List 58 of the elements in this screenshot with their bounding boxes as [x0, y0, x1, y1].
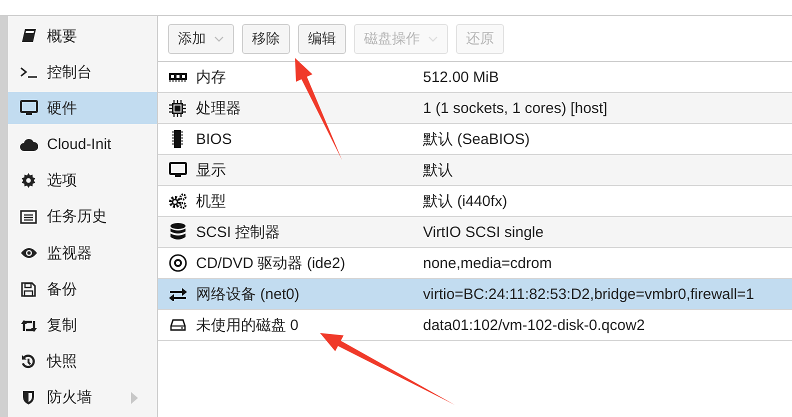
caret-icon — [428, 36, 438, 42]
list-icon — [20, 210, 37, 224]
sidebar-item[interactable]: 控制台 — [8, 56, 157, 88]
retweet-icon — [20, 318, 38, 332]
table-cell-text: 机型 — [196, 192, 227, 210]
table-row[interactable]: 处理器 1 (1 sockets, 1 cores) [host] — [158, 93, 792, 124]
table-cell-text: 网络设备 (net0) — [196, 284, 300, 304]
sidebar-item[interactable]: 选项 — [8, 164, 157, 197]
table-cell: 默认 (i440fx) — [423, 192, 508, 210]
sidebar-item[interactable]: 防火墙 — [8, 382, 157, 414]
disc-icon — [168, 254, 186, 272]
table-cell: VirtIO SCSI single — [423, 224, 544, 240]
toolbar-button[interactable]: 添加 — [168, 24, 234, 54]
database-icon — [170, 223, 186, 241]
memory-icon — [168, 72, 186, 82]
sidebar-item[interactable]: 复制 — [8, 310, 157, 342]
sidebar-item[interactable]: 任务历史 — [8, 200, 157, 233]
table-cell-text: 处理器 — [196, 98, 242, 118]
table-cell-text: 内存 — [196, 68, 227, 86]
exchange-icon — [168, 288, 186, 300]
chip-icon — [172, 130, 183, 148]
cpu-icon — [169, 100, 186, 116]
table-cell: data01:102/vm-102-disk-0.qcow2 — [423, 316, 645, 334]
sidebar-item[interactable]: Cloud-Init — [8, 128, 157, 161]
sidebar-item[interactable]: 监视器 — [8, 237, 157, 270]
toolbar-button[interactable]: 编辑 — [298, 24, 346, 54]
caret-icon — [214, 36, 224, 42]
hard-drive-icon — [170, 319, 186, 331]
sidebar-item[interactable]: 快照 — [8, 346, 157, 378]
monitor-icon — [20, 100, 38, 116]
cloud-icon — [20, 138, 38, 152]
sidebar-item[interactable]: 备份 — [8, 273, 157, 306]
table-cell: 默认 (SeaBIOS) — [423, 130, 530, 148]
book-icon — [20, 28, 36, 44]
table-cell: none,media=cdrom — [423, 254, 552, 272]
shield-icon — [22, 390, 35, 406]
gears-icon — [168, 193, 186, 209]
table-cell-text: BIOS — [196, 130, 233, 148]
table-cell: virtio=BC:24:11:82:53:D2,bridge=vmbr0,firewall=1 — [423, 286, 754, 302]
history-icon — [21, 354, 36, 370]
table-cell-text: SCSI 控制器 — [196, 222, 282, 242]
table-row[interactable]: SCSI 控制器 VirtIO SCSI single — [158, 217, 792, 248]
table-row[interactable]: 显示 默认 — [158, 155, 792, 186]
eye-icon — [20, 247, 38, 260]
table-cell-text: 未使用的磁盘 0 — [196, 316, 300, 334]
table-cell: 512.00 MiB — [423, 68, 499, 86]
monitor-icon — [168, 162, 186, 178]
sidebar-item[interactable]: 硬件 — [8, 92, 157, 124]
sidebar-item[interactable]: 概要 — [8, 20, 157, 52]
table-cell-text: CD/DVD 驱动器 (ide2) — [196, 254, 346, 272]
settings-icon — [21, 173, 36, 188]
table-cell: 默认 — [423, 160, 453, 180]
table-cell-text: 显示 — [196, 160, 227, 180]
expand-arrow-icon[interactable] — [131, 392, 138, 404]
terminal-icon — [20, 66, 38, 78]
table-cell: 1 (1 sockets, 1 cores) [host] — [423, 100, 608, 116]
toolbar-button[interactable]: 移除 — [242, 24, 290, 54]
table-row[interactable]: 网络设备 (net0) virtio=BC:24:11:82:53:D2,bridge=vmbr0,firewall=1 — [158, 279, 792, 310]
